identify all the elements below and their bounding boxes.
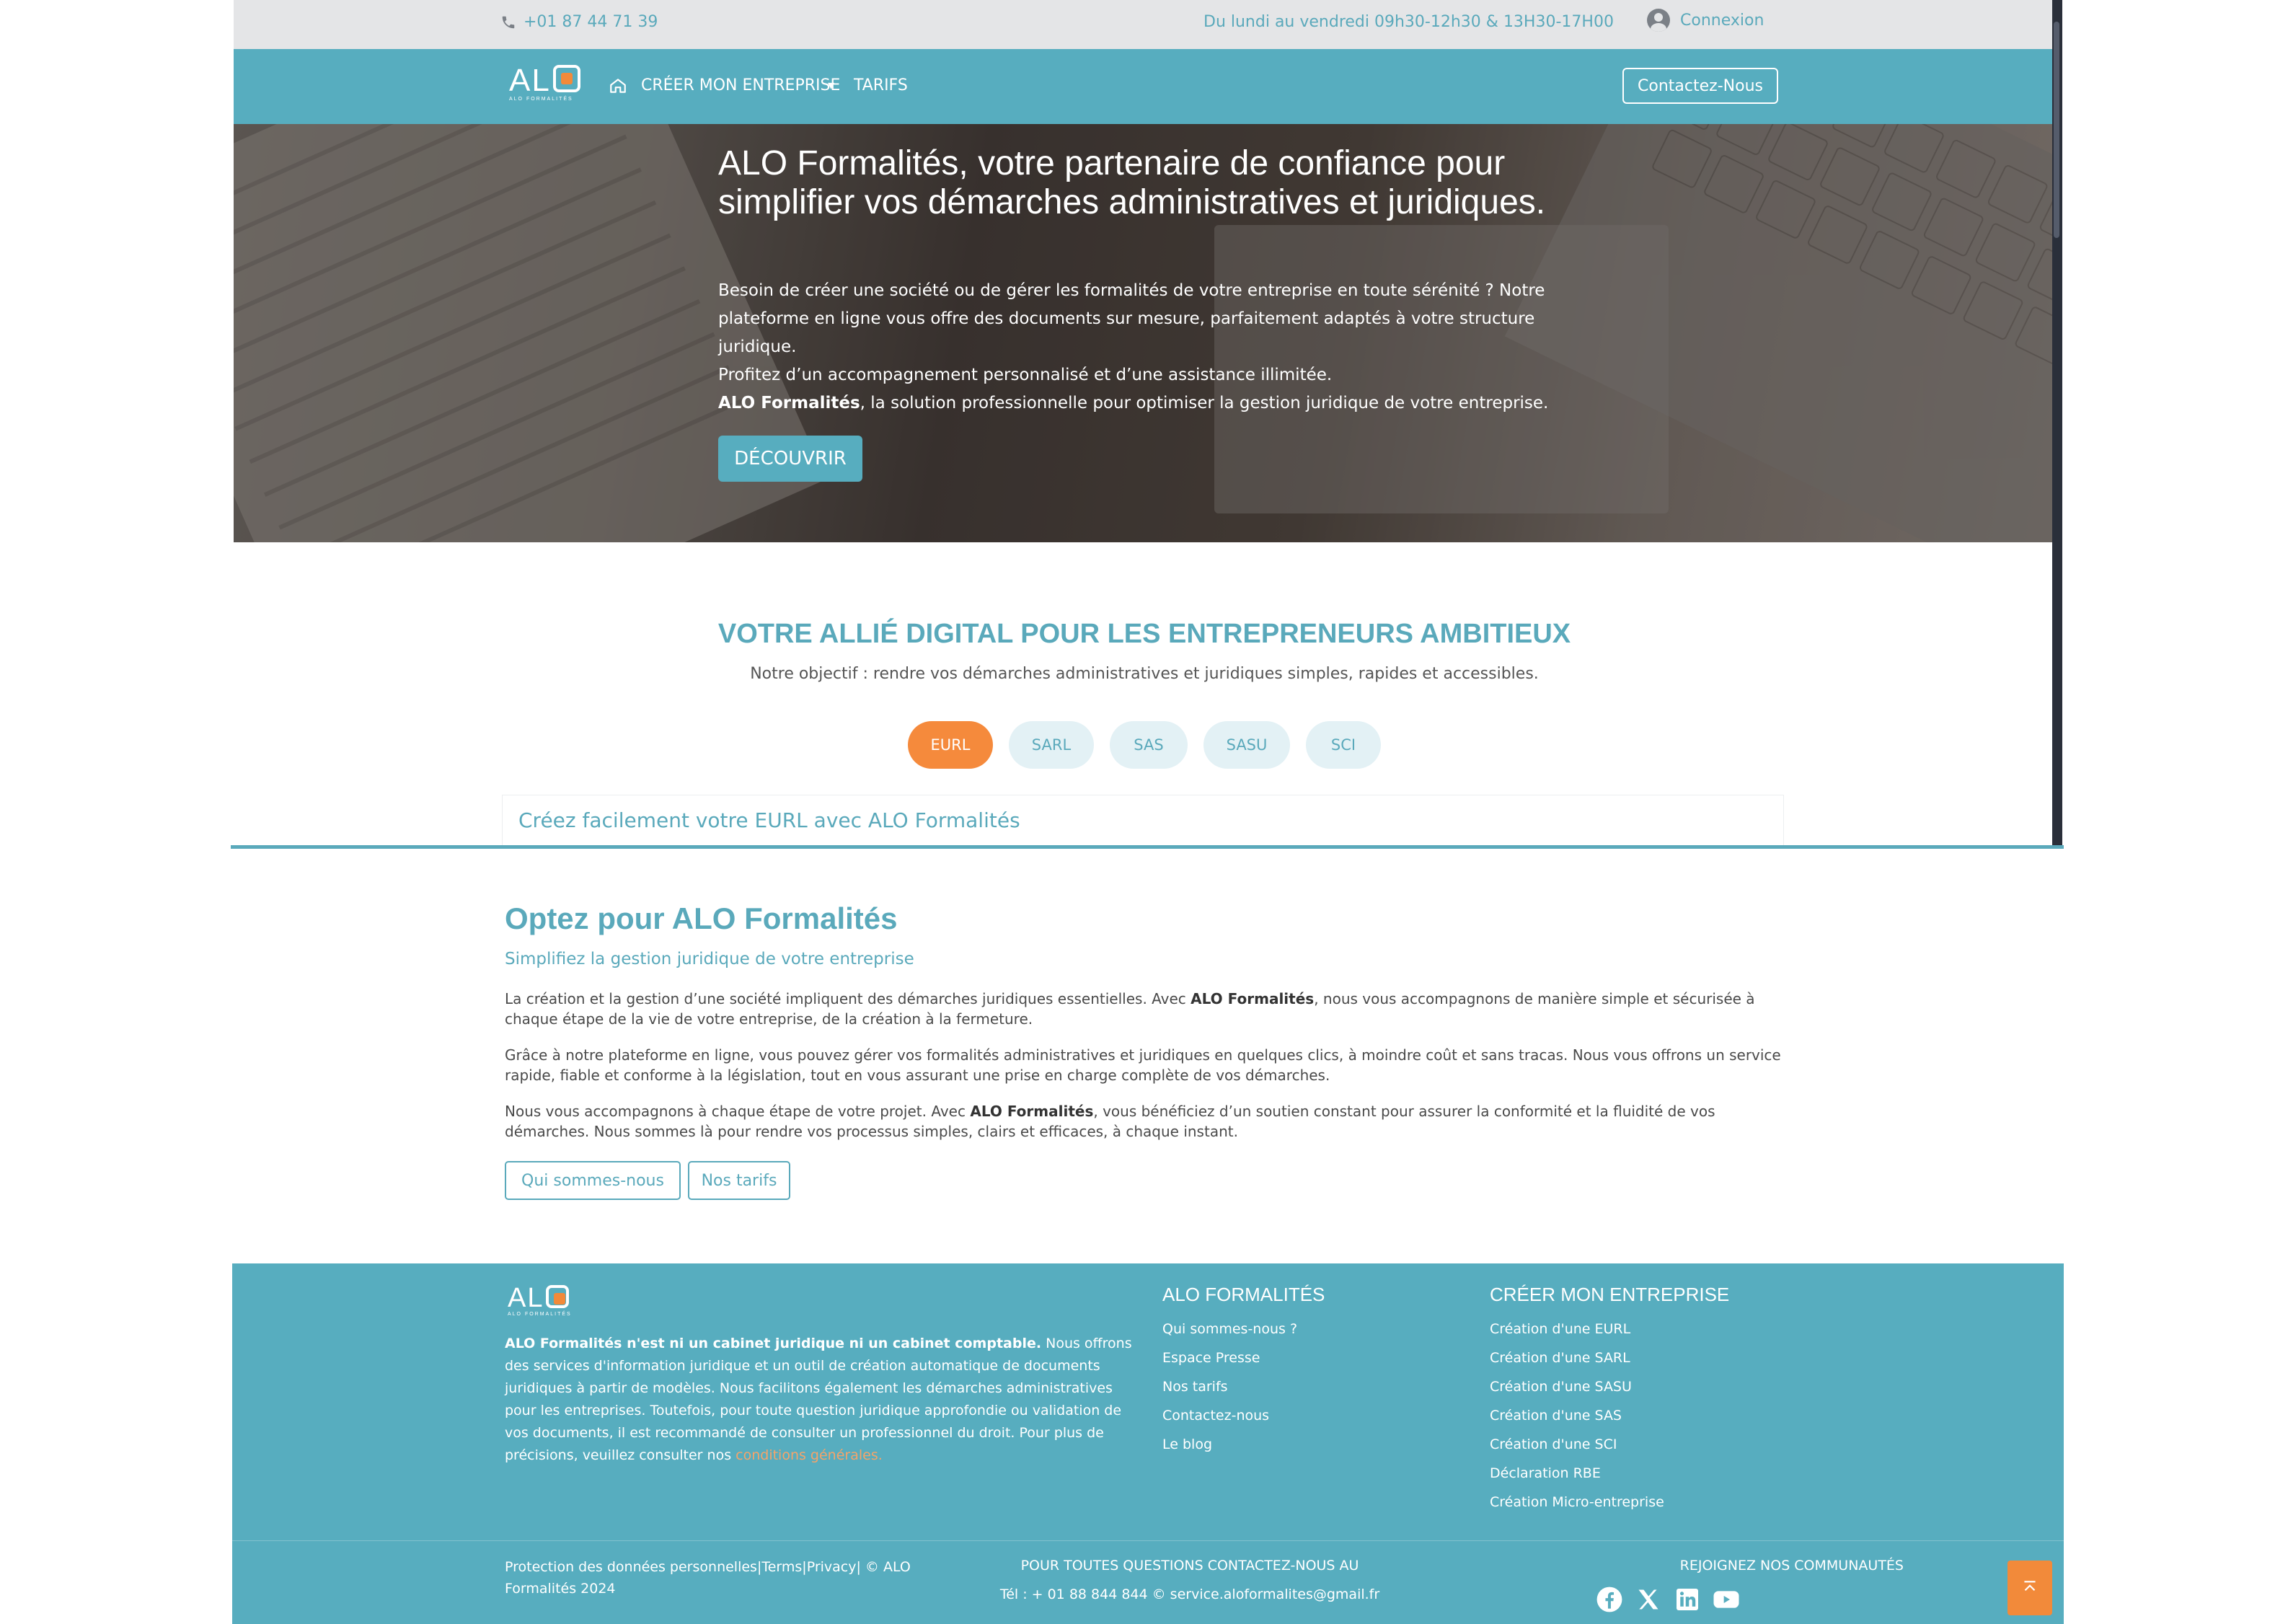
section-title: VOTRE ALLIÉ DIGITAL POUR LES ENTREPRENEU… (717, 619, 1571, 649)
footer-logo-text: AL (508, 1283, 544, 1313)
login-label: Connexion (1680, 11, 1764, 30)
brand-name: ALO Formalités (1191, 990, 1315, 1007)
brand-name: ALO Formalités (970, 1103, 1094, 1120)
chevron-down-icon[interactable]: ▾ (828, 78, 834, 93)
discover-button[interactable]: DÉCOUVRIR (718, 436, 862, 482)
x-icon[interactable] (1634, 1585, 1663, 1614)
footer-link-sci[interactable]: Création d'une SCI (1490, 1437, 1617, 1452)
footer-link-sas[interactable]: Création d'une SAS (1490, 1408, 1622, 1424)
tab-sarl[interactable]: SARL (1009, 721, 1094, 769)
footer-link-contact[interactable]: Contactez-nous (1162, 1408, 1269, 1424)
hero-brand-name: ALO Formalités (718, 394, 860, 412)
logo-text: AL (509, 63, 551, 98)
top-info-bar: +01 87 44 71 39 Du lundi au vendredi 09h… (234, 0, 2055, 49)
hero-paragraph-1: Besoin de créer une société ou de gérer … (718, 281, 1545, 356)
nav-pricing[interactable]: TARIFS (854, 76, 908, 94)
disclaimer-bold: ALO Formalités n'est ni un cabinet jurid… (505, 1336, 1042, 1351)
footer-link-about[interactable]: Qui sommes-nous ? (1162, 1321, 1297, 1337)
footer-link-eurl[interactable]: Création d'une EURL (1490, 1321, 1630, 1337)
footer: AL ALO FORMALITÉS ALO Formalités n'est n… (232, 1263, 2064, 1624)
linkedin-icon[interactable] (1673, 1585, 1702, 1614)
footer-legal-links[interactable]: Protection des données personnelles|Term… (505, 1559, 911, 1597)
card-title: Créez facilement votre EURL avec ALO For… (518, 808, 1020, 832)
main-navbar: AL ALO FORMALITÉS CRÉER MON ENTREPRISE ▾… (234, 49, 2055, 124)
home-icon[interactable] (609, 76, 627, 95)
hero-paragraph-2: Profitez d’un accompagnement personnalis… (718, 366, 1333, 384)
footer-link-press[interactable]: Espace Presse (1162, 1350, 1260, 1366)
footer-divider (232, 1540, 2064, 1541)
hero-title: ALO Formalités, votre partenaire de conf… (718, 144, 1546, 221)
hero-description: Besoin de créer une société ou de gérer … (718, 277, 1584, 418)
youtube-icon[interactable] (1712, 1585, 1741, 1614)
logo[interactable]: AL ALO FORMALITÉS (509, 63, 580, 102)
choose-us-paragraph-1: La création et la gestion d’une société … (505, 989, 1788, 1029)
about-us-button[interactable]: Qui sommes-nous (505, 1161, 681, 1200)
choose-us-paragraph-3: Nous vous accompagnons à chaque étape de… (505, 1101, 1788, 1142)
footer-link-blog[interactable]: Le blog (1162, 1437, 1212, 1452)
choose-us-subtitle: Simplifiez la gestion juridique de votre… (505, 950, 914, 968)
tab-sci[interactable]: SCI (1306, 721, 1381, 769)
footer-disclaimer: ALO Formalités n'est ni un cabinet jurid… (505, 1333, 1132, 1467)
footer-col-company-title: ALO FORMALITÉS (1162, 1284, 1325, 1305)
footer-link-pricing[interactable]: Nos tarifs (1162, 1379, 1228, 1395)
arrow-up-icon (2024, 1581, 2036, 1592)
tab-sas[interactable]: SAS (1110, 721, 1188, 769)
user-icon (1647, 9, 1670, 32)
phone-number: +01 87 44 71 39 (524, 13, 658, 31)
choose-us-paragraph-2: Grâce à notre plateforme en ligne, vous … (505, 1046, 1781, 1084)
phone-icon (502, 16, 515, 28)
footer-contact-title: POUR TOUTES QUESTIONS CONTACTEZ-NOUS AU (1020, 1558, 1359, 1574)
tab-eurl[interactable]: EURL (908, 721, 993, 769)
legal-line-1[interactable]: Protection des données personnelles|Term… (505, 1559, 911, 1575)
scrollbar-thumb[interactable] (2054, 22, 2059, 238)
social-links (1595, 1585, 1741, 1614)
footer-link-micro[interactable]: Création Micro-entreprise (1490, 1494, 1664, 1510)
page-frame: +01 87 44 71 39 Du lundi au vendredi 09h… (234, 0, 2055, 845)
nav-create-company[interactable]: CRÉER MON ENTREPRISE (641, 76, 840, 94)
hero-paragraph-3: ALO Formalités, la solution professionne… (718, 389, 1584, 418)
section-subtitle: Notre objectif : rendre vos démarches ad… (750, 665, 1539, 683)
facebook-icon[interactable] (1595, 1585, 1624, 1614)
footer-contact-line[interactable]: Tél : + 01 88 844 844 © service.aloforma… (988, 1587, 1392, 1602)
footer-link-sasu[interactable]: Création d'une SASU (1490, 1379, 1632, 1395)
frame-divider (231, 845, 2064, 849)
scroll-to-top-button[interactable] (2007, 1561, 2052, 1615)
choose-us-title: Optez pour ALO Formalités (505, 901, 898, 935)
hero-paragraph-3-rest: , la solution professionnelle pour optim… (860, 394, 1549, 412)
logo-mark-icon (552, 65, 580, 92)
footer-link-sarl[interactable]: Création d'une SARL (1490, 1350, 1630, 1366)
text-span: La création et la gestion d’une société … (505, 990, 1191, 1007)
phone-contact[interactable]: +01 87 44 71 39 (500, 13, 658, 31)
disclaimer-text: Nous offrons des services d'information … (505, 1336, 1132, 1463)
footer-contact: POUR TOUTES QUESTIONS CONTACTEZ-NOUS AU … (988, 1558, 1392, 1602)
footer-social-title: REJOIGNEZ NOS COMMUNAUTÉS (1679, 1558, 1904, 1574)
logo-mark-icon (546, 1285, 570, 1308)
footer-logo[interactable]: AL ALO FORMALITÉS (508, 1284, 572, 1317)
tab-sasu[interactable]: SASU (1203, 721, 1290, 769)
contact-button[interactable]: Contactez-Nous (1622, 68, 1778, 104)
legal-line-2: Formalités 2024 (505, 1581, 616, 1597)
opening-hours: Du lundi au vendredi 09h30-12h30 & 13H30… (1203, 13, 1614, 31)
company-type-tabs: EURL SARL SAS SASU SCI (234, 721, 2055, 769)
company-type-card: Créez facilement votre EURL avec ALO For… (502, 795, 1784, 845)
pricing-button[interactable]: Nos tarifs (688, 1161, 790, 1200)
footer-link-rbe[interactable]: Déclaration RBE (1490, 1465, 1601, 1481)
hero-banner: ALO Formalités, votre partenaire de conf… (234, 124, 2055, 542)
login-link[interactable]: Connexion (1647, 9, 1764, 32)
footer-col-create-title: CRÉER MON ENTREPRISE (1490, 1284, 1730, 1305)
scrollbar[interactable] (2052, 0, 2062, 845)
terms-link[interactable]: conditions générales. (736, 1447, 883, 1463)
text-span: Nous vous accompagnons à chaque étape de… (505, 1103, 971, 1120)
